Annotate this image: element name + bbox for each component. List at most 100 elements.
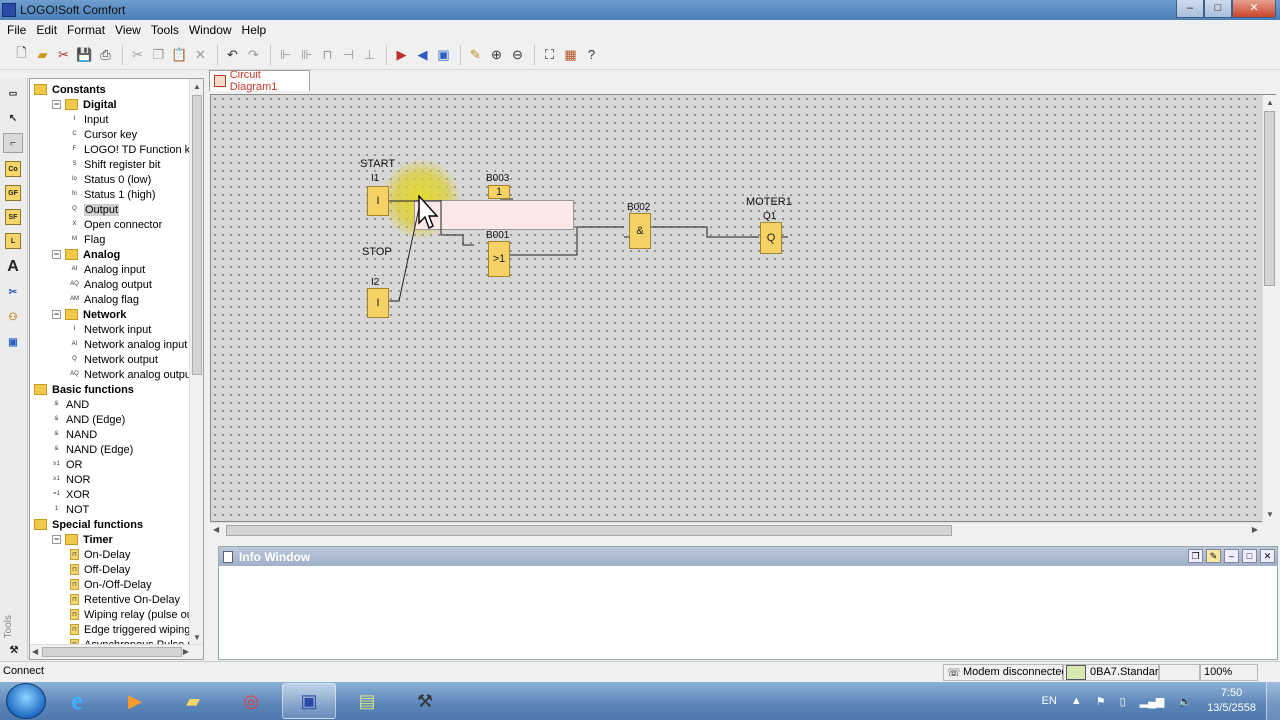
menu-tools[interactable]: Tools (146, 23, 184, 37)
tree-scroll-thumb[interactable] (192, 95, 202, 375)
align-bottom-icon[interactable]: ⊥ (360, 45, 379, 64)
redo-icon[interactable]: ↷ (244, 45, 263, 64)
show-desktop-button[interactable] (1266, 682, 1280, 720)
app-swirl-icon[interactable]: ◎ (224, 683, 278, 719)
menu-format[interactable]: Format (62, 23, 110, 37)
canvas-vertical-scrollbar[interactable]: ▲ ▼ (1262, 95, 1276, 522)
simulation-icon[interactable]: ▣ (434, 45, 453, 64)
tree-item[interactable]: ≥1 NOR (52, 472, 90, 487)
block-b002[interactable]: & (629, 213, 651, 249)
tree-item[interactable]: AQ Network analog output (70, 367, 194, 382)
connector-tool-icon[interactable]: ⌐ (3, 133, 23, 153)
basic-functions-tool-icon[interactable]: GF (5, 185, 21, 201)
split-connection-icon[interactable]: ⚇ (3, 307, 23, 327)
show-hidden-icons-icon[interactable]: ▲ (1071, 695, 1082, 707)
volume-icon[interactable]: 🔈 (1178, 695, 1192, 708)
scroll-up-icon[interactable]: ▲ (1266, 98, 1274, 107)
tree-item[interactable]: I Input (70, 112, 109, 127)
collapse-icon[interactable]: − (52, 100, 61, 109)
explorer-icon[interactable]: ▰ (166, 683, 220, 719)
device-tray-icon[interactable]: ▯ (1120, 695, 1126, 708)
tree-item[interactable]: & NAND (Edge) (52, 442, 133, 457)
help-icon[interactable]: ? (582, 45, 601, 64)
tree-item[interactable]: Q Network output (70, 352, 158, 367)
grid-icon[interactable]: ▦ (561, 45, 580, 64)
tree-item[interactable]: hi Status 1 (high) (70, 187, 155, 202)
scroll-down-icon[interactable]: ▼ (193, 633, 201, 642)
info-minimize-button[interactable]: – (1224, 549, 1239, 563)
canvas-vscroll-thumb[interactable] (1264, 111, 1275, 286)
tree-item[interactable]: 1 NOT (52, 502, 89, 517)
tree-item[interactable]: ⊓ Edge triggered wiping re (70, 622, 203, 637)
logo-to-pc-icon[interactable]: ◀ (413, 45, 432, 64)
network-icon[interactable]: ▂▄▆ (1140, 695, 1165, 708)
menu-view[interactable]: View (110, 23, 146, 37)
tree-folder[interactable]: Basic functions (34, 382, 134, 397)
tree-item[interactable]: Q Output (70, 202, 120, 217)
scroll-right-icon[interactable]: ▶ (183, 647, 189, 656)
open-icon[interactable]: ▰ (33, 45, 52, 64)
collapse-icon[interactable]: − (52, 250, 61, 259)
simulation-tool-icon[interactable]: ▣ (3, 332, 23, 352)
notes-icon[interactable]: ▤ (340, 683, 394, 719)
tree-item[interactable]: M Flag (70, 232, 105, 247)
input-block-i2[interactable]: I (367, 288, 389, 318)
tree-item[interactable]: X Open connector (70, 217, 162, 232)
tree-folder[interactable]: − Analog (52, 247, 120, 262)
start-button[interactable] (6, 683, 46, 719)
menu-file[interactable]: File (2, 23, 31, 37)
selection-tool-icon[interactable]: ↖ (3, 108, 23, 128)
tree-item[interactable]: AQ Analog output (70, 277, 152, 292)
tree-item[interactable]: S Shift register bit (70, 157, 160, 172)
cut-connection-icon[interactable]: ✂ (3, 282, 23, 302)
tree-folder[interactable]: − Digital (52, 97, 117, 112)
align-top-icon[interactable]: ⊓ (318, 45, 337, 64)
canvas-horizontal-scrollbar[interactable]: ◀ ▶ (210, 522, 1262, 537)
collapse-icon[interactable]: − (52, 535, 61, 544)
minimize-button[interactable]: – (1176, 0, 1204, 18)
print-icon[interactable]: ⎙ (96, 45, 115, 64)
delete-icon[interactable]: ✕ (191, 45, 210, 64)
tree-item[interactable]: F LOGO! TD Function key (70, 142, 202, 157)
tools-toggle-icon[interactable]: ⚒ (4, 640, 24, 660)
scroll-right-icon[interactable]: ▶ (1252, 525, 1258, 534)
info-clear-icon[interactable]: ✎ (1206, 549, 1221, 563)
tree-item[interactable]: ≥1 OR (52, 457, 82, 472)
tree-vertical-scrollbar[interactable]: ▲ ▼ (189, 79, 203, 645)
scroll-left-icon[interactable]: ◀ (32, 647, 38, 656)
special-functions-tool-icon[interactable]: SF (5, 209, 21, 225)
menu-help[interactable]: Help (237, 23, 272, 37)
tree-folder[interactable]: Special functions (34, 517, 143, 532)
scroll-up-icon[interactable]: ▲ (193, 82, 201, 91)
save-icon[interactable]: 💾 (75, 45, 94, 64)
tree-item[interactable]: & AND (Edge) (52, 412, 125, 427)
tab-circuit-diagram[interactable]: Circuit Diagram1 (209, 69, 310, 93)
tree-item[interactable]: C Cursor key (70, 127, 137, 142)
collapse-icon[interactable]: ▭ (3, 83, 23, 103)
paste-icon[interactable]: 📋 (170, 45, 189, 64)
menu-window[interactable]: Window (184, 23, 237, 37)
tree-item[interactable]: =1 XOR (52, 487, 90, 502)
menu-edit[interactable]: Edit (31, 23, 62, 37)
pc-to-logo-icon[interactable]: ▶ (392, 45, 411, 64)
collapse-icon[interactable]: − (52, 310, 61, 319)
new-file-icon[interactable]: 🗋 (12, 45, 31, 64)
text-tool-icon[interactable]: L (5, 233, 21, 249)
align-middle-icon[interactable]: ⊣ (339, 45, 358, 64)
info-copy-icon[interactable]: ❐ (1188, 549, 1203, 563)
scroll-down-icon[interactable]: ▼ (1266, 510, 1274, 519)
tree-item[interactable]: AI Analog input (70, 262, 146, 277)
copy-icon[interactable]: ❐ (149, 45, 168, 64)
constants-tool-icon[interactable]: Co (5, 161, 21, 177)
output-block-q1[interactable]: Q (760, 222, 782, 254)
media-player-icon[interactable]: ▶ (108, 683, 162, 719)
logo-soft-icon[interactable]: ▣ (282, 683, 336, 719)
cut-icon[interactable]: ✂ (54, 45, 73, 64)
info-close-button[interactable]: ✕ (1260, 549, 1275, 563)
tree-item[interactable]: I Network input (70, 322, 152, 337)
fit-icon[interactable]: ⛶ (540, 45, 559, 64)
tree-horizontal-scrollbar[interactable]: ◀ ▶ (30, 644, 203, 659)
tree-item[interactable]: ⊓ Retentive On-Delay (70, 592, 180, 607)
ie-icon[interactable]: e (50, 683, 104, 719)
scroll-left-icon[interactable]: ◀ (213, 525, 219, 534)
